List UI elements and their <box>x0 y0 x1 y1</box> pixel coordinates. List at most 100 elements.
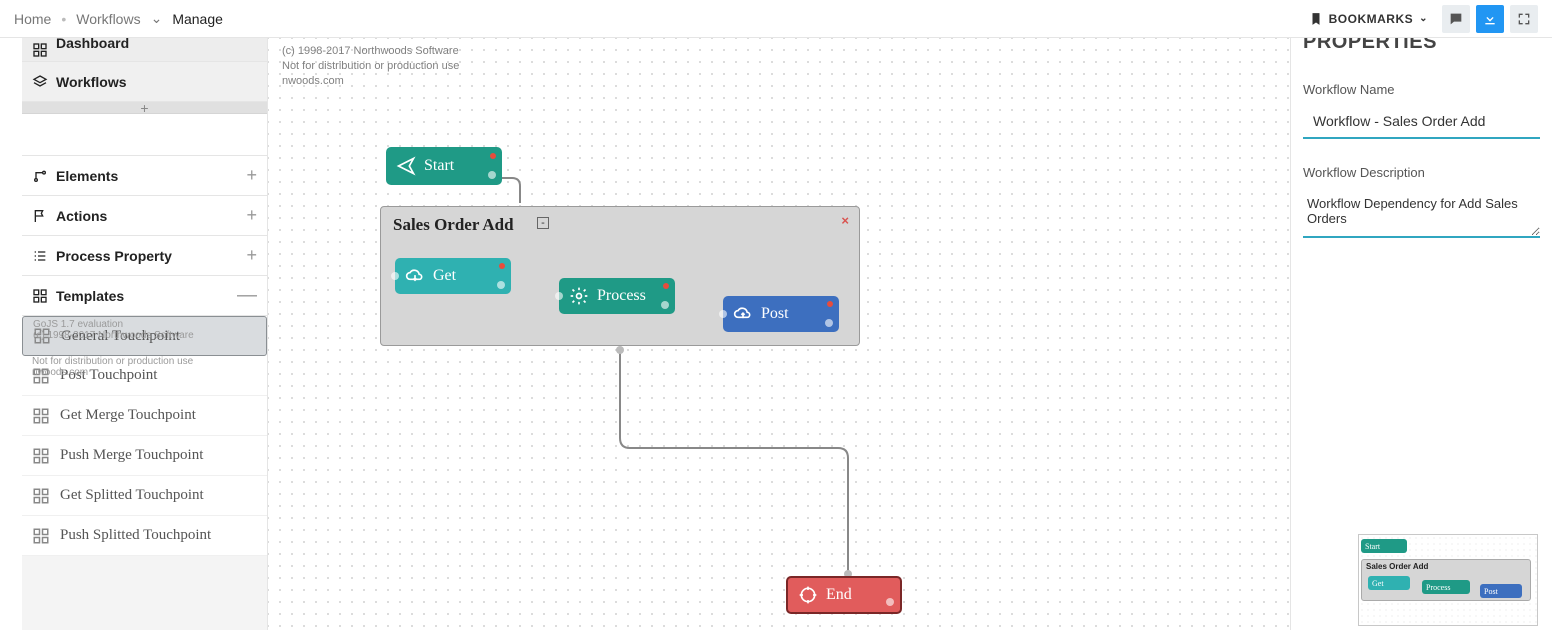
node-port[interactable] <box>499 263 505 269</box>
workflow-canvas[interactable]: (c) 1998-2017 Northwoods Software Not fo… <box>268 38 1290 630</box>
template-item-label: Post Touchpoint <box>60 367 157 384</box>
mini-node-process: Process <box>1422 580 1470 594</box>
node-start-label: Start <box>424 157 454 175</box>
template-get-splitted-touchpoint[interactable]: Get Splitted Touchpoint <box>22 476 267 516</box>
workflow-name-label: Workflow Name <box>1303 82 1540 97</box>
breadcrumb: Home • Workflows ⌄ Manage <box>14 10 223 27</box>
mini-group: Sales Order Add Get Process Post <box>1361 559 1531 601</box>
minus-icon: — <box>237 284 257 307</box>
properties-panel: PROPERTIES Workflow Name Workflow Descri… <box>1290 38 1552 630</box>
sidebar-gap <box>22 114 267 156</box>
bookmarks-label: BOOKMARKS <box>1329 12 1414 26</box>
mini-node-get: Get <box>1368 576 1410 590</box>
node-process[interactable]: Process <box>559 278 675 314</box>
bookmark-icon <box>1309 12 1323 26</box>
palette-section-process-property[interactable]: Process Property + <box>22 236 267 276</box>
plus-icon: + <box>246 205 257 226</box>
template-icon <box>32 288 48 304</box>
chevron-down-icon[interactable]: ⌄ <box>151 10 163 27</box>
workflow-name-input[interactable] <box>1303 107 1540 139</box>
node-port[interactable] <box>555 292 563 300</box>
templates-label: Templates <box>56 288 124 304</box>
download-icon <box>1482 11 1498 27</box>
overview-minimap[interactable]: Start Sales Order Add Get Process Post <box>1358 534 1538 626</box>
elements-label: Elements <box>56 168 118 184</box>
grid-icon <box>33 327 51 345</box>
node-start[interactable]: Start <box>386 147 502 185</box>
plus-icon: + <box>246 165 257 186</box>
sync-button[interactable] <box>1476 5 1504 33</box>
node-port[interactable] <box>661 301 669 309</box>
flag-icon <box>32 208 48 224</box>
template-item-label: Get Merge Touchpoint <box>60 407 196 424</box>
cloud-upload-icon <box>733 304 753 324</box>
group-title: Sales Order Add <box>393 215 514 235</box>
node-port[interactable] <box>719 310 727 318</box>
main-area: Dashboard Workflows + Elements + Actions… <box>0 38 1552 630</box>
grid-icon <box>32 367 50 385</box>
breadcrumb-workflows[interactable]: Workflows <box>76 11 140 27</box>
template-general-touchpoint[interactable]: GoJS 1.7 evaluation (c) 1998-2017 Northw… <box>22 316 267 356</box>
expand-icon <box>1516 11 1532 27</box>
speech-bubble-icon <box>1448 11 1464 27</box>
breadcrumb-home[interactable]: Home <box>14 11 51 27</box>
comment-button[interactable] <box>1442 5 1470 33</box>
sidebar-collapse-handle[interactable]: + <box>22 102 267 114</box>
template-push-splitted-touchpoint[interactable]: Push Splitted Touchpoint <box>22 516 267 556</box>
node-port[interactable] <box>391 272 399 280</box>
palette-section-templates[interactable]: Templates — <box>22 276 267 316</box>
node-port[interactable] <box>827 301 833 307</box>
sidebar: Dashboard Workflows + Elements + Actions… <box>22 38 268 630</box>
node-post-label: Post <box>761 305 789 323</box>
dashboard-icon <box>32 42 48 58</box>
process-property-label: Process Property <box>56 248 172 264</box>
top-tools: BOOKMARKS ⌄ <box>1301 5 1538 33</box>
node-end[interactable]: End <box>786 576 902 614</box>
list-icon <box>32 248 48 264</box>
template-post-touchpoint[interactable]: Post Touchpoint <box>22 356 267 396</box>
bookmarks-button[interactable]: BOOKMARKS ⌄ <box>1301 6 1436 32</box>
grid-icon <box>32 487 50 505</box>
cloud-download-icon <box>405 266 425 286</box>
gear-icon <box>569 286 589 306</box>
node-get-label: Get <box>433 267 456 285</box>
palette-section-elements[interactable]: Elements + <box>22 156 267 196</box>
node-process-label: Process <box>597 287 646 305</box>
node-post[interactable]: Post <box>723 296 839 332</box>
grid-icon <box>32 527 50 545</box>
chevron-down-icon: ⌄ <box>1419 13 1428 24</box>
elements-icon <box>32 168 48 184</box>
actions-label: Actions <box>56 208 107 224</box>
sidebar-dashboard-label: Dashboard <box>56 40 129 46</box>
template-item-label: Get Splitted Touchpoint <box>60 487 204 504</box>
template-item-label: Push Splitted Touchpoint <box>60 527 211 544</box>
sidebar-workflows-label: Workflows <box>56 74 127 90</box>
templates-list: GoJS 1.7 evaluation (c) 1998-2017 Northw… <box>22 316 267 556</box>
breadcrumb-manage[interactable]: Manage <box>172 11 223 27</box>
node-port[interactable] <box>663 283 669 289</box>
sidebar-item-workflows[interactable]: Workflows <box>22 62 267 102</box>
node-port[interactable] <box>490 153 496 159</box>
template-get-merge-touchpoint[interactable]: Get Merge Touchpoint <box>22 396 267 436</box>
palette-section-actions[interactable]: Actions + <box>22 196 267 236</box>
top-bar: Home • Workflows ⌄ Manage BOOKMARKS ⌄ <box>0 0 1552 38</box>
mini-group-title: Sales Order Add <box>1366 562 1428 571</box>
node-port[interactable] <box>886 598 894 606</box>
grid-icon <box>32 447 50 465</box>
workflow-description-input[interactable]: Workflow Dependency for Add Sales Orders <box>1303 190 1540 238</box>
node-get[interactable]: Get <box>395 258 511 294</box>
template-push-merge-touchpoint[interactable]: Push Merge Touchpoint <box>22 436 267 476</box>
node-port[interactable] <box>825 319 833 327</box>
fullscreen-button[interactable] <box>1510 5 1538 33</box>
group-collapse-button[interactable]: - <box>537 217 549 229</box>
node-port[interactable] <box>488 171 496 179</box>
node-port[interactable] <box>497 281 505 289</box>
plus-icon: + <box>246 245 257 266</box>
sidebar-item-dashboard[interactable]: Dashboard <box>22 38 267 62</box>
template-item-label: General Touchpoint <box>61 328 180 345</box>
paper-plane-icon <box>396 156 416 176</box>
group-close-button[interactable]: × <box>841 213 849 228</box>
mini-node-start: Start <box>1361 539 1407 553</box>
left-gutter <box>0 38 22 630</box>
workflow-description-label: Workflow Description <box>1303 165 1540 180</box>
